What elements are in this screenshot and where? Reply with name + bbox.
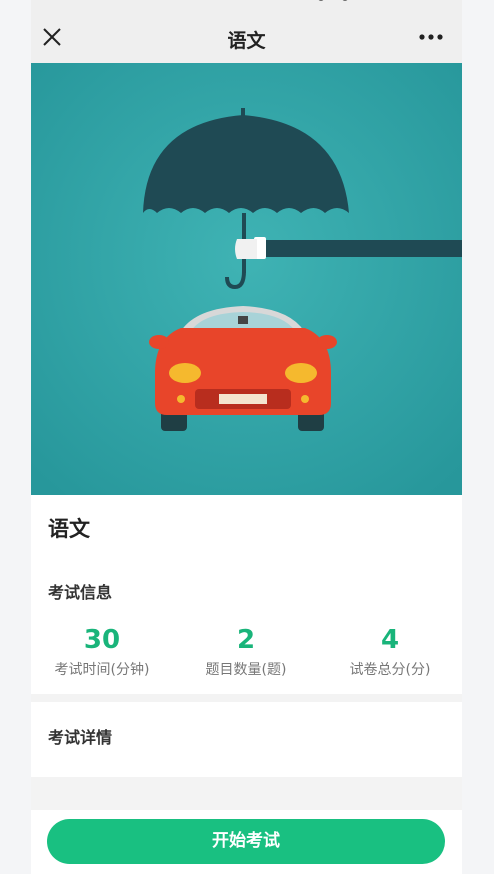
app-screen: 语文 语文 考试信息 30 考试时间(分钟) 2 题目数量(题) 4 试卷总分(… [31, 0, 462, 874]
exam-info-card: 语文 考试信息 30 考试时间(分钟) 2 题目数量(题) 4 试卷总分(分) [31, 495, 462, 694]
start-exam-button[interactable]: 开始考试 [47, 819, 445, 864]
stat-value: 30 [83, 625, 121, 655]
hero-illustration [31, 63, 462, 495]
stat-value: 2 [236, 625, 256, 655]
exam-detail-heading: 考试详情 [48, 728, 113, 747]
stat-value: 4 [380, 625, 400, 655]
stat-label: 试卷总分(分) [349, 662, 431, 678]
stat-question-count: 2 题目数量(题) [174, 625, 318, 679]
course-title: 语文 [48, 517, 90, 541]
stat-exam-time: 30 考试时间(分钟) [31, 625, 174, 679]
stat-label: 考试时间(分钟) [54, 662, 150, 678]
exam-detail-card: 考试详情 [31, 702, 462, 777]
status-bar-fragment [318, 0, 348, 1]
exam-info-heading: 考试信息 [48, 583, 113, 602]
stat-total-score: 4 试卷总分(分) [318, 625, 462, 679]
bottom-action-bar: 开始考试 [31, 810, 462, 874]
stat-label: 题目数量(题) [205, 662, 287, 678]
nav-bar: 语文 [31, 0, 462, 63]
more-dots-icon[interactable] [418, 33, 444, 41]
page-title: 语文 [227, 30, 266, 52]
